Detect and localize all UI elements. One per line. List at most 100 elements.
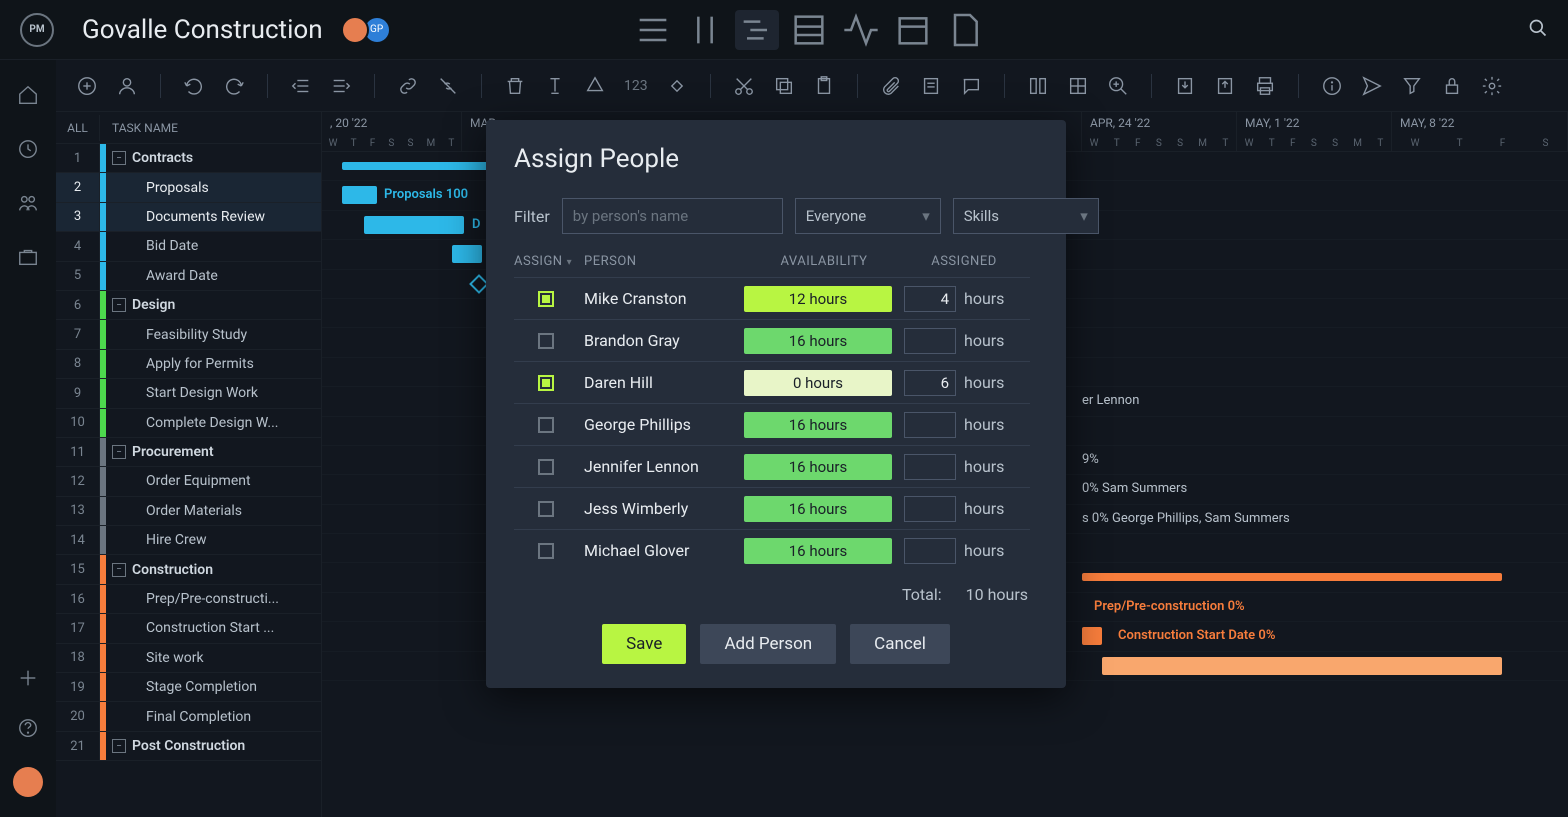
assigned-hours-input[interactable] [904, 496, 956, 522]
assign-checkbox[interactable] [538, 459, 554, 475]
task-row[interactable]: 3Documents Review [56, 203, 321, 232]
help-icon[interactable] [17, 717, 39, 739]
col-assign[interactable]: ASSIGN [514, 254, 584, 269]
app-logo[interactable]: PM [20, 13, 54, 47]
col-availability[interactable]: AVAILABILITY [744, 254, 904, 269]
task-row[interactable]: 16Prep/Pre-constructi... [56, 585, 321, 614]
unlink-icon[interactable] [437, 75, 459, 97]
link-icon[interactable] [397, 75, 419, 97]
add-person-button[interactable]: Add Person [700, 624, 836, 664]
add-task-icon[interactable] [76, 75, 98, 97]
filter-scope-select[interactable]: Everyone [795, 198, 941, 234]
col-task-name[interactable]: TASK NAME [100, 121, 178, 135]
undo-icon[interactable] [183, 75, 205, 97]
gantt-bar[interactable] [1082, 627, 1102, 645]
assigned-hours-input[interactable] [904, 328, 956, 354]
filter-skills-select[interactable]: Skills [953, 198, 1099, 234]
assign-checkbox[interactable] [538, 291, 554, 307]
task-row[interactable]: 2Proposals [56, 173, 321, 202]
task-row[interactable]: 21−Post Construction [56, 732, 321, 761]
export-icon[interactable] [1214, 75, 1236, 97]
recent-icon[interactable] [17, 138, 39, 160]
attachment-icon[interactable] [880, 75, 902, 97]
copy-icon[interactable] [773, 75, 795, 97]
add-icon[interactable] [17, 667, 39, 689]
text-style-icon[interactable] [544, 75, 566, 97]
task-row[interactable]: 18Site work [56, 644, 321, 673]
assign-checkbox[interactable] [538, 333, 554, 349]
view-activity-icon[interactable] [839, 10, 883, 50]
assigned-hours-input[interactable] [904, 412, 956, 438]
assign-checkbox[interactable] [538, 375, 554, 391]
paste-icon[interactable] [813, 75, 835, 97]
collapse-toggle-icon[interactable]: − [112, 151, 126, 165]
view-file-icon[interactable] [943, 10, 987, 50]
collapse-toggle-icon[interactable]: − [112, 445, 126, 459]
assign-checkbox[interactable] [538, 501, 554, 517]
task-row[interactable]: 11−Procurement [56, 438, 321, 467]
task-row[interactable]: 20Final Completion [56, 702, 321, 731]
lock-icon[interactable] [1441, 75, 1463, 97]
filter-icon[interactable] [1401, 75, 1423, 97]
user-avatar[interactable] [13, 767, 43, 797]
portfolio-icon[interactable] [17, 246, 39, 268]
filter-name-input[interactable] [562, 198, 783, 234]
zoom-icon[interactable] [1107, 75, 1129, 97]
assign-checkbox[interactable] [538, 543, 554, 559]
view-list-icon[interactable] [631, 10, 675, 50]
assigned-hours-input[interactable] [904, 454, 956, 480]
gantt-bar[interactable] [342, 186, 377, 204]
comment-icon[interactable] [960, 75, 982, 97]
home-icon[interactable] [17, 84, 39, 106]
assigned-hours-input[interactable] [904, 286, 956, 312]
task-row[interactable]: 8Apply for Permits [56, 350, 321, 379]
task-row[interactable]: 7Feasibility Study [56, 320, 321, 349]
assign-icon[interactable] [116, 75, 138, 97]
columns-icon[interactable] [1027, 75, 1049, 97]
task-row[interactable]: 6−Design [56, 291, 321, 320]
task-row[interactable]: 10Complete Design W... [56, 409, 321, 438]
gantt-bar[interactable] [452, 245, 482, 263]
assign-checkbox[interactable] [538, 417, 554, 433]
avatar-group[interactable]: GP [341, 16, 391, 44]
task-row[interactable]: 17Construction Start ... [56, 614, 321, 643]
import-icon[interactable] [1174, 75, 1196, 97]
task-row[interactable]: 1−Contracts [56, 144, 321, 173]
grid-icon[interactable] [1067, 75, 1089, 97]
col-assigned[interactable]: ASSIGNED [904, 254, 1024, 269]
search-icon[interactable] [1528, 18, 1548, 42]
task-row[interactable]: 19Stage Completion [56, 673, 321, 702]
assigned-hours-input[interactable] [904, 370, 956, 396]
gantt-bar[interactable] [1102, 657, 1502, 675]
cancel-button[interactable]: Cancel [850, 624, 950, 664]
milestone-icon[interactable] [666, 75, 688, 97]
cut-icon[interactable] [733, 75, 755, 97]
task-row[interactable]: 4Bid Date [56, 232, 321, 261]
print-icon[interactable] [1254, 75, 1276, 97]
gantt-bar[interactable] [1082, 573, 1502, 581]
col-person[interactable]: PERSON [584, 254, 744, 269]
team-icon[interactable] [17, 192, 39, 214]
task-row[interactable]: 9Start Design Work [56, 379, 321, 408]
view-gantt-icon[interactable] [735, 10, 779, 50]
col-all[interactable]: ALL [56, 115, 100, 141]
send-icon[interactable] [1361, 75, 1383, 97]
gantt-bar[interactable] [364, 216, 464, 234]
people-table-body[interactable]: Mike Cranston12 hourshoursBrandon Gray16… [514, 277, 1038, 571]
collapse-toggle-icon[interactable]: − [112, 298, 126, 312]
avatar-user-1[interactable] [341, 16, 369, 44]
outdent-icon[interactable] [290, 75, 312, 97]
task-row[interactable]: 5Award Date [56, 262, 321, 291]
color-icon[interactable] [584, 75, 606, 97]
info-icon[interactable] [1321, 75, 1343, 97]
assigned-hours-input[interactable] [904, 538, 956, 564]
collapse-toggle-icon[interactable]: − [112, 739, 126, 753]
settings-icon[interactable] [1481, 75, 1503, 97]
delete-icon[interactable] [504, 75, 526, 97]
task-row[interactable]: 14Hire Crew [56, 526, 321, 555]
task-row[interactable]: 15−Construction [56, 555, 321, 584]
task-row[interactable]: 13Order Materials [56, 497, 321, 526]
view-calendar-icon[interactable] [891, 10, 935, 50]
notes-icon[interactable] [920, 75, 942, 97]
gantt-bar[interactable] [342, 162, 492, 170]
